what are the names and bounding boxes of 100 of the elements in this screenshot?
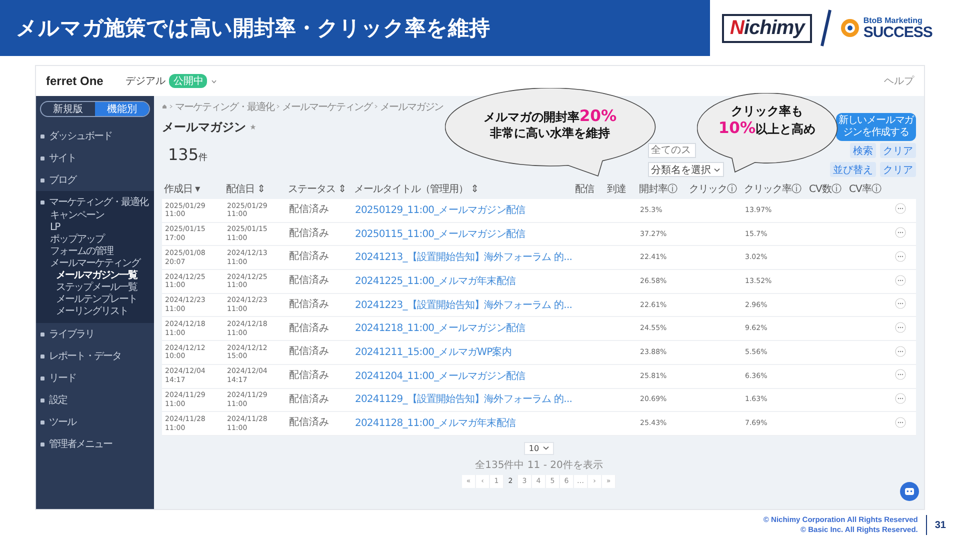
create-button[interactable]: 新しいメールマガジンを作成する [836,113,916,141]
title-link[interactable]: 20241128_11:00_メルマガ年末配信 [355,418,516,430]
nav-item[interactable]: ダッシュボード [49,129,112,143]
nav-item[interactable]: リード [49,371,76,385]
nav-subitem[interactable]: LP [36,222,154,234]
column-header[interactable]: 配信 [575,184,594,195]
more-icon[interactable] [895,322,906,333]
slash-icon [818,8,834,48]
chevron-icon [169,104,173,109]
more-icon[interactable] [895,227,906,238]
page-size-select[interactable]: 10 [524,442,554,455]
square-icon [40,156,45,160]
title-link[interactable]: 20250129_11:00_メールマガジン配信 [355,204,526,216]
column-header[interactable]: クリック率ⓘ [744,184,801,195]
mode-toggle-option[interactable]: 機能別 [95,102,149,116]
column-header[interactable]: 開封率ⓘ [639,184,677,195]
column-header[interactable]: 到達 [607,184,626,195]
star-icon[interactable] [250,124,256,130]
logo-wordmark: SUCCESS [863,24,932,40]
table-cell: 配信済み [289,370,329,381]
table-cell: 配信済み [289,275,329,286]
home-icon[interactable] [162,104,167,109]
callout-text: メルマガの開封率20% [483,107,617,126]
title-link[interactable]: 20241211_15:00_メルマガWP案内 [355,346,512,358]
more-icon[interactable] [895,203,906,214]
nav-subitem[interactable]: メールマガジン一覧 [36,270,154,282]
chevron-icon [276,104,280,109]
nav-subitem[interactable]: ステップメール一覧 [36,282,154,294]
table-cell: 配信済み [289,298,329,310]
square-icon [40,398,45,402]
nav-item[interactable]: マーケティング・最適化 [49,195,148,209]
column-header[interactable]: メールタイトル（管理用） ⇕ [354,184,479,195]
search-button[interactable]: 検索 [850,143,876,158]
caret-icon [211,78,218,84]
more-icon[interactable] [895,392,906,404]
nav-item[interactable]: サイト [49,151,76,165]
table-cell: 配信済み [289,204,329,216]
title-link[interactable]: 20241129_【設置開始告知】海外フォーラム 的... [355,394,572,406]
mode-toggle-option[interactable]: 新規版 [41,102,95,116]
slide-title: メルマガ施策では高い開封率・クリック率を維持 [16,15,490,42]
nav-subitem[interactable]: ポップアップ [36,234,154,246]
table-cell: 配信済み [289,228,329,239]
caret-icon [714,168,720,172]
column-header[interactable]: 配信日 ⇕ [226,184,266,195]
column-header[interactable]: CV率ⓘ [849,184,881,195]
title-link[interactable]: 20241218_11:00_メールマガジン配信 [355,323,526,334]
square-icon [40,134,45,138]
nav-subitem[interactable]: メーリングリスト [36,306,154,318]
more-icon[interactable] [895,416,906,428]
workspace-name[interactable]: デジアル [125,74,166,88]
square-icon [40,354,45,358]
square-icon [40,178,45,182]
clear-button[interactable]: クリア [880,143,916,158]
more-icon[interactable] [895,250,906,262]
chat-icon[interactable] [900,482,919,501]
nav-subitem[interactable]: フォームの管理 [36,246,154,258]
title-link[interactable]: 20250115_11:00_メールマガジン配信 [355,228,526,240]
company-logo: Nichimy [722,14,812,42]
title-link[interactable]: 20241223_【設置開始告知】海外フォーラム 的... [355,300,572,311]
square-icon [40,332,45,336]
table-cell: 配信済み [289,346,329,358]
target-icon [840,18,860,38]
page-title: メールマガジン [162,118,246,136]
callout-text: 非常に高い水準を維持 [490,126,610,142]
title-link[interactable]: 20241213_【設置開始告知】海外フォーラム 的... [355,252,572,264]
square-icon [40,376,45,380]
more-icon[interactable] [895,369,906,380]
logo-tagline: BtoB Marketing [863,16,924,24]
column-header[interactable]: ステータス ⇕ [288,184,346,195]
nav-item[interactable]: ツール [49,415,76,429]
more-icon[interactable] [895,274,906,286]
help-link[interactable]: ヘルプ [884,74,914,88]
record-count: 135件 [167,144,208,164]
nav-item[interactable]: 管理者メニュー [49,437,112,451]
status-badge: 公開中 [169,74,208,88]
select-value: 10 [528,444,540,453]
title-link[interactable]: 20241204_11:00_メールマガジン配信 [355,370,526,382]
callout-text: クリック率も [731,104,803,119]
sort-button[interactable]: 並び替え [830,162,876,177]
more-icon[interactable] [895,346,906,357]
clear-button[interactable]: クリア [880,162,916,177]
page-number: 31 [926,515,946,535]
status-field[interactable]: 全てのス [648,143,696,158]
square-icon [40,420,45,424]
column-header[interactable]: クリックⓘ [689,184,736,195]
more-icon[interactable] [895,298,906,310]
title-link[interactable]: 20241225_11:00_メルマガ年末配信 [355,276,516,287]
table-cell: 配信済み [289,394,329,405]
nav-subitem[interactable]: メールテンプレート [36,294,154,306]
category-select[interactable]: 分類名を選択 [648,162,724,177]
result-summary: 全135件中 11 - 20件を表示 [475,458,603,472]
nav-item[interactable]: 設定 [49,393,67,407]
nav-item[interactable]: ブログ [49,173,76,187]
nav-subitem[interactable]: メールマーケティング [36,258,154,270]
column-header[interactable]: CV数ⓘ [809,184,841,195]
nav-subitem[interactable]: キャンペーン [36,210,154,222]
nav-item[interactable]: レポート・データ [49,349,121,363]
nav-item[interactable]: ライブラリ [49,327,94,341]
table-cell: 配信済み [289,251,329,262]
column-header[interactable]: 作成日 ▾ [164,184,200,195]
